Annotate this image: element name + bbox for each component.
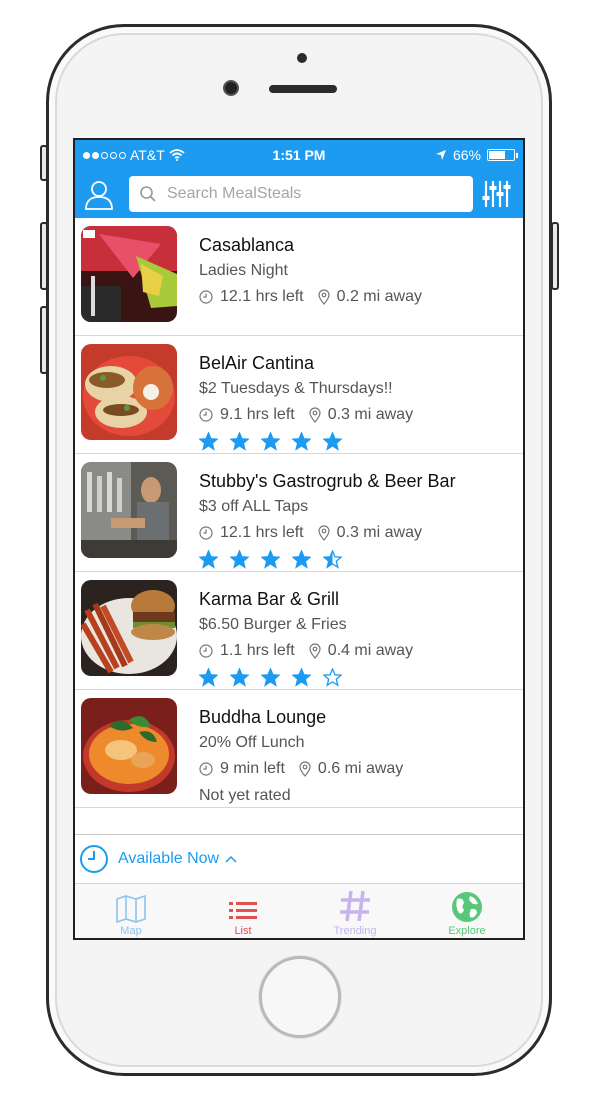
search-box[interactable] bbox=[129, 176, 473, 212]
distance: 0.4 mi away bbox=[327, 642, 414, 659]
clock-icon bbox=[199, 644, 213, 658]
tab-bar: Map List Trending Explore bbox=[75, 884, 523, 938]
star-full-icon bbox=[323, 432, 342, 451]
battery-icon bbox=[487, 149, 518, 161]
list-item[interactable]: Casablanca Ladies Night 12.1 hrs left 0.… bbox=[75, 218, 523, 336]
availability-label: Available Now bbox=[118, 850, 220, 867]
earpiece-speaker bbox=[269, 85, 337, 93]
distance: 0.2 mi away bbox=[336, 288, 422, 305]
deal-text: Ladies Night bbox=[199, 262, 288, 279]
chevron-up-icon bbox=[225, 855, 237, 863]
clock-icon bbox=[199, 408, 213, 422]
location-pin-icon bbox=[309, 407, 321, 423]
tab-label: List bbox=[234, 925, 252, 937]
star-rating bbox=[199, 432, 413, 452]
app-screen: AT&T 1:51 PM 66% Search MealSteals Casab… bbox=[73, 138, 525, 940]
proximity-sensor bbox=[297, 53, 307, 63]
home-button[interactable] bbox=[259, 956, 341, 1038]
restaurant-photo bbox=[81, 226, 177, 322]
time-left: 9.1 hrs left bbox=[220, 406, 295, 423]
location-pin-icon bbox=[318, 289, 330, 305]
star-rating bbox=[199, 550, 456, 570]
star-full-icon bbox=[261, 550, 280, 569]
star-full-icon bbox=[292, 550, 311, 569]
location-pin-icon bbox=[299, 761, 311, 777]
restaurant-photo bbox=[81, 580, 177, 676]
time-left: 1.1 hrs left bbox=[220, 642, 295, 659]
star-full-icon bbox=[230, 550, 249, 569]
front-camera bbox=[223, 80, 239, 96]
restaurant-name: Stubby's Gastrogrub & Beer Bar bbox=[199, 471, 456, 491]
star-full-icon bbox=[199, 550, 218, 569]
star-full-icon bbox=[230, 668, 249, 687]
user-icon[interactable] bbox=[83, 178, 115, 210]
clock-icon bbox=[80, 845, 108, 873]
tab-label: Trending bbox=[333, 925, 377, 937]
time-left: 12.1 hrs left bbox=[220, 524, 304, 541]
status-bar: AT&T 1:51 PM 66% bbox=[75, 140, 523, 170]
restaurant-name: Casablanca bbox=[199, 235, 295, 255]
star-full-icon bbox=[199, 668, 218, 687]
hashtag-icon bbox=[340, 890, 370, 922]
tab-explore[interactable]: Explore bbox=[411, 884, 523, 938]
restaurant-name: Karma Bar & Grill bbox=[199, 589, 340, 609]
list-item[interactable]: Karma Bar & Grill $6.50 Burger & Fries 1… bbox=[75, 572, 523, 690]
tab-map[interactable]: Map bbox=[75, 884, 187, 938]
tab-list[interactable]: List bbox=[187, 884, 299, 938]
tab-trending[interactable]: Trending bbox=[299, 884, 411, 938]
tab-label: Explore bbox=[448, 925, 486, 937]
clock-icon bbox=[199, 526, 213, 540]
list-item[interactable]: BelAir Cantina $2 Tuesdays & Thursdays!!… bbox=[75, 336, 523, 454]
star-full-icon bbox=[292, 432, 311, 451]
wifi-icon bbox=[169, 149, 185, 161]
clock-icon bbox=[199, 290, 213, 304]
availability-filter[interactable]: Available Now bbox=[75, 834, 523, 884]
star-half-icon bbox=[323, 550, 342, 569]
search-input[interactable] bbox=[167, 185, 447, 203]
restaurant-list: Casablanca Ladies Night 12.1 hrs left 0.… bbox=[75, 218, 523, 830]
tab-label: Map bbox=[120, 925, 142, 937]
power-button bbox=[551, 222, 559, 290]
globe-icon bbox=[452, 892, 482, 922]
location-arrow-icon bbox=[435, 150, 446, 160]
mute-switch bbox=[40, 145, 48, 181]
list-item[interactable]: Buddha Lounge 20% Off Lunch 9 min left 0… bbox=[75, 690, 523, 808]
deal-text: $3 off ALL Taps bbox=[199, 498, 309, 515]
restaurant-photo bbox=[81, 462, 177, 558]
time-left: 12.1 hrs left bbox=[220, 288, 304, 305]
list-icon bbox=[229, 902, 257, 919]
clock-icon bbox=[199, 762, 213, 776]
distance: 0.6 mi away bbox=[317, 760, 404, 777]
deal-text: $6.50 Burger & Fries bbox=[199, 616, 347, 633]
deal-text: 20% Off Lunch bbox=[199, 734, 305, 751]
restaurant-name: BelAir Cantina bbox=[199, 353, 315, 373]
location-pin-icon bbox=[318, 525, 330, 541]
search-header bbox=[75, 170, 523, 218]
star-rating bbox=[199, 668, 413, 688]
star-full-icon bbox=[292, 668, 311, 687]
search-icon bbox=[140, 186, 156, 202]
restaurant-photo bbox=[81, 698, 177, 794]
volume-up-button bbox=[40, 222, 48, 290]
restaurant-name: Buddha Lounge bbox=[199, 707, 327, 727]
not-rated-label: Not yet rated bbox=[199, 787, 291, 804]
distance: 0.3 mi away bbox=[336, 524, 422, 541]
battery-percent: 66% bbox=[452, 147, 481, 163]
star-full-icon bbox=[261, 668, 280, 687]
deal-text: $2 Tuesdays & Thursdays!! bbox=[199, 380, 393, 397]
star-full-icon bbox=[230, 432, 249, 451]
map-icon bbox=[116, 895, 146, 923]
distance: 0.3 mi away bbox=[327, 406, 414, 423]
restaurant-photo bbox=[81, 344, 177, 440]
sliders-icon[interactable] bbox=[481, 179, 511, 209]
star-empty-icon bbox=[323, 668, 342, 687]
star-full-icon bbox=[199, 432, 218, 451]
carrier-label: AT&T bbox=[130, 147, 165, 163]
star-full-icon bbox=[261, 432, 280, 451]
signal-strength-icon bbox=[83, 151, 126, 159]
volume-down-button bbox=[40, 306, 48, 374]
list-item[interactable]: Stubby's Gastrogrub & Beer Bar $3 off AL… bbox=[75, 454, 523, 572]
location-pin-icon bbox=[309, 643, 321, 659]
time-left: 9 min left bbox=[220, 760, 285, 777]
